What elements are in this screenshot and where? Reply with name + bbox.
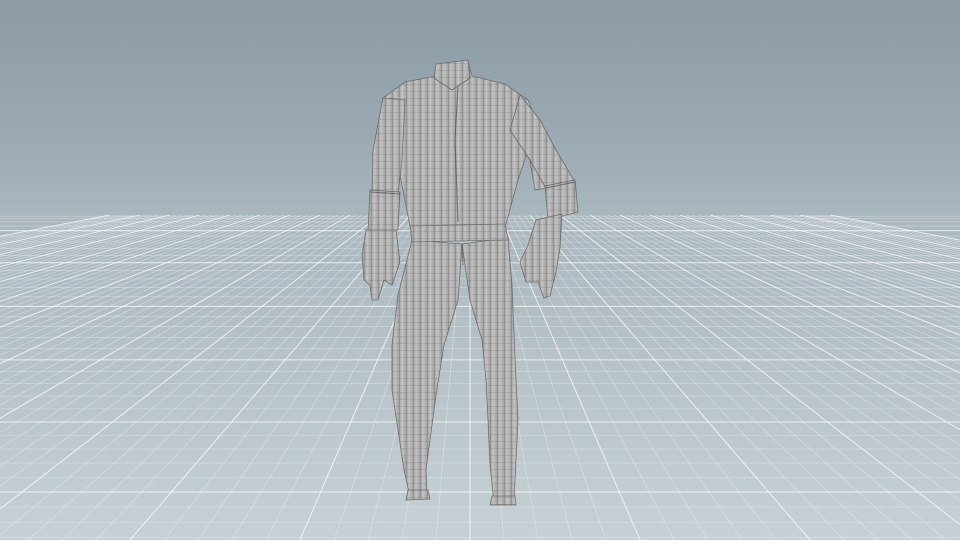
left-sleeve [371, 97, 406, 196]
left-cuff [367, 189, 401, 233]
3d-viewport[interactable] [0, 0, 960, 540]
left-foot [405, 489, 431, 501]
viewport-canvas [0, 59, 960, 540]
right-foot [489, 495, 517, 506]
right-sleeve [509, 94, 576, 193]
